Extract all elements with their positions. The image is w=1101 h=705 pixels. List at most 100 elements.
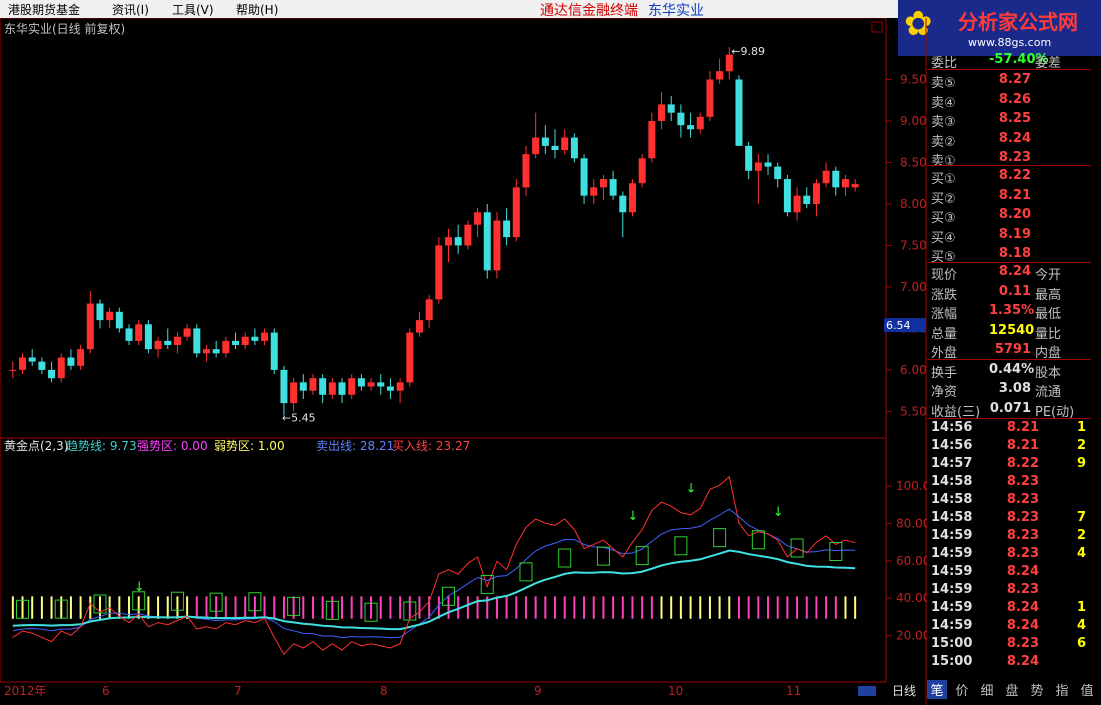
price-axis-label: 9.00 <box>900 114 927 128</box>
quote-row-buy[interactable]: 买① 8.22 <box>927 168 1091 187</box>
quote-value: 8.26 <box>998 91 1031 107</box>
quote-row-stat[interactable]: 换手 0.44% 股本 <box>927 362 1091 381</box>
candle-body <box>415 320 423 333</box>
tick-volume: 4 <box>1077 546 1087 561</box>
candle-body <box>386 386 394 391</box>
quote-label: 涨幅 <box>931 307 958 322</box>
quote-row-sell[interactable]: 卖③ 8.25 <box>927 111 1091 130</box>
tick-price: 8.23 <box>1006 546 1039 561</box>
quote-value: -57.40% <box>989 52 1049 67</box>
quote-row-stat[interactable]: 净资 3.08 流通 <box>927 381 1091 400</box>
kline-chart[interactable]: 东华实业(日线 前复权)9.509.008.508.007.507.006.50… <box>0 18 927 705</box>
tab-trades[interactable]: 笔 <box>927 680 947 699</box>
divider-stats2 <box>927 359 1091 360</box>
candle-body <box>541 137 549 146</box>
quote-label: 卖③ <box>931 115 956 130</box>
low-annotation: ←5.45 <box>282 412 316 425</box>
quote-value: 8.27 <box>998 72 1031 87</box>
tab-trend[interactable]: 势 <box>1027 680 1047 699</box>
candle-body <box>9 369 17 371</box>
candle-body <box>425 299 433 321</box>
quote-value: 8.25 <box>998 111 1031 126</box>
candle-body <box>299 382 307 391</box>
menu-item-tools[interactable]: 工具(V) <box>172 1 214 18</box>
quote-row-buy[interactable]: 买④ 8.19 <box>927 227 1091 246</box>
indicator-label: 买入线: 23.27 <box>392 439 470 453</box>
tab-index[interactable]: 指 <box>1052 680 1072 699</box>
menu-item-help[interactable]: 帮助(H) <box>236 1 278 18</box>
price-pane-frame <box>0 18 887 439</box>
candle-body <box>803 195 811 204</box>
high-annotation: ←9.89 <box>731 45 765 58</box>
candle-body <box>561 137 569 151</box>
candle-body <box>377 382 385 387</box>
date-axis-label: 6 <box>102 684 110 698</box>
menu-item-info[interactable]: 资讯(I) <box>112 1 149 18</box>
quote-value: 8.18 <box>998 246 1031 261</box>
quote-label: 收益(三) <box>931 404 981 420</box>
quote-row-ratio[interactable]: 委比 -57.40% 委差 <box>927 52 1091 71</box>
candle-body <box>319 378 327 395</box>
quote-row-stat[interactable]: 外盘 5791 内盘 <box>927 342 1091 361</box>
tick-time: 15:00 <box>931 654 973 669</box>
quote-value: 1.35% <box>989 303 1035 318</box>
brand-logo: ✿ 分析家公式网 www.88gs.com <box>898 0 1101 56</box>
quote-row-sell[interactable]: 卖④ 8.26 <box>927 91 1091 111</box>
candle-body <box>144 324 152 350</box>
tick-row: 15:00 8.23 6 <box>927 636 1091 654</box>
tick-price: 8.21 <box>1006 438 1039 453</box>
quote-row-stat[interactable]: 总量 12540 量比 <box>927 323 1091 342</box>
candle-body <box>648 120 656 159</box>
quote-row-stat[interactable]: 现价 8.24 今开 <box>927 264 1091 283</box>
tick-row: 14:56 8.21 1 <box>927 420 1091 438</box>
tab-detail[interactable]: 细 <box>977 680 997 699</box>
stock-name: 东华实业 <box>648 3 704 19</box>
candle-body <box>658 104 666 121</box>
candle-body <box>38 361 46 370</box>
tick-time: 14:59 <box>931 600 973 615</box>
quote-row-buy[interactable]: 买② 8.21 <box>927 188 1091 207</box>
candle-body <box>173 336 181 346</box>
tick-price: 8.23 <box>1006 528 1039 543</box>
kd-line-red <box>12 475 856 656</box>
quote-row-sell[interactable]: 卖⑤ 8.27 <box>927 72 1091 91</box>
candle-body <box>706 79 714 117</box>
tab-value[interactable]: 值 <box>1077 680 1097 699</box>
candle-body <box>812 183 820 204</box>
buy-arrow-icon: ↓ <box>773 505 784 520</box>
tick-time: 14:58 <box>931 474 973 489</box>
candle-body <box>19 357 27 370</box>
candle-body <box>687 125 695 130</box>
price-axis-label: 8.50 <box>900 155 927 169</box>
tick-price: 8.23 <box>1006 636 1039 651</box>
candle-body <box>164 340 172 346</box>
candle-body <box>464 224 472 246</box>
quote-value: 0.071 <box>989 400 1031 416</box>
candle-body <box>696 116 704 130</box>
menu-item-futures[interactable]: 港股期货基金 <box>8 1 80 18</box>
candle-body <box>551 145 559 151</box>
quote-row-stat[interactable]: 涨跌 0.11 最高 <box>927 284 1091 303</box>
candle-body <box>454 237 462 246</box>
tab-book[interactable]: 盘 <box>1002 680 1022 699</box>
tick-time: 14:59 <box>931 618 973 633</box>
quote-label: 换手 <box>931 365 958 381</box>
quote-label2: PE(动) <box>1035 404 1075 420</box>
candle-body <box>396 382 404 391</box>
quote-label: 买④ <box>931 230 956 246</box>
candle-body <box>619 195 627 213</box>
quote-row-buy[interactable]: 买③ 8.20 <box>927 207 1091 226</box>
tab-price[interactable]: 价 <box>952 680 972 699</box>
signal-box <box>713 528 727 548</box>
tick-row: 14:59 8.23 2 <box>927 528 1091 546</box>
quote-row-sell[interactable]: 卖② 8.24 <box>927 131 1091 150</box>
candle-body <box>115 311 123 329</box>
price-axis-label: 8.00 <box>900 197 927 211</box>
quote-row-stat[interactable]: 收益(三) 0.071 PE(动) <box>927 400 1091 420</box>
indicator-axis-label: 20.00 <box>896 629 927 643</box>
tick-time: 14:59 <box>931 564 973 579</box>
candle-body <box>745 145 753 171</box>
indicator-axis-label: 60.00 <box>896 554 927 568</box>
tick-volume: 1 <box>1077 600 1087 615</box>
quote-row-stat[interactable]: 涨幅 1.35% 最低 <box>927 303 1091 322</box>
